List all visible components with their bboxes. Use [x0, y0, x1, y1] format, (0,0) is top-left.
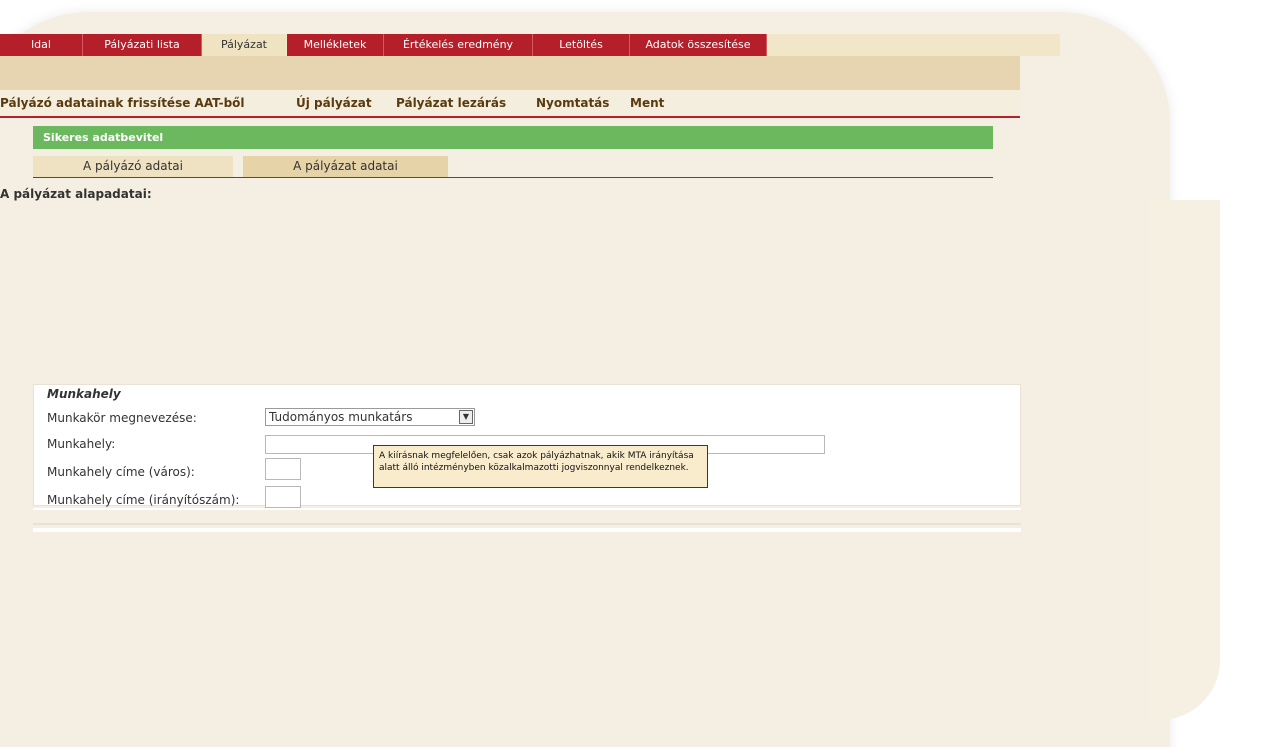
panel-spacer-445: [33, 508, 1021, 534]
tab-palyazat[interactable]: Pályázat: [202, 34, 286, 56]
save-action[interactable]: Ment: [630, 96, 664, 110]
tab-letoltes[interactable]: Letöltés: [533, 34, 630, 56]
subtab-applicant-data[interactable]: A pályázó adatai: [33, 156, 233, 177]
munkahely-varos-input-top[interactable]: [265, 458, 301, 480]
tab-palyazati-lista[interactable]: Pályázati lista: [83, 34, 202, 56]
label-munkahely-varos-top: Munkahely címe (város):: [47, 465, 195, 479]
status-message: Sikeres adatbevitel: [33, 126, 993, 149]
refresh-from-aat-action[interactable]: Pályázó adatainak frissítése AAT-ből: [0, 96, 245, 110]
new-application-action[interactable]: Új pályázat: [296, 96, 372, 110]
page-frame: [0, 12, 1170, 747]
tab-mellekletek[interactable]: Mellékletek: [287, 34, 384, 56]
panel-spacer-51: [33, 534, 1021, 535]
section-divider: [33, 177, 993, 178]
tab-fooldal[interactable]: ldal: [0, 34, 83, 56]
munkakor-select-value-top: Tudományos munkatárs: [269, 410, 413, 424]
page-heading: A pályázat alapadatai:: [0, 187, 152, 201]
label-munkahely-irsz-top: Munkahely címe (irányítószám):: [47, 493, 240, 507]
label-munkahely-top: Munkahely:: [47, 437, 116, 451]
munkahely-irsz-input-top[interactable]: [265, 486, 301, 508]
print-action[interactable]: Nyomtatás: [536, 96, 609, 110]
munkakor-select-top[interactable]: Tudományos munkatárs ▼: [265, 408, 475, 426]
screenshot: ldal Pályázati lista Pályázat Melléklete…: [0, 0, 1287, 747]
tab-adatok-osszesitese[interactable]: Adatok összesítése: [630, 34, 767, 56]
info-tooltip-top: A kiírásnak megfelelően, csak azok pályá…: [373, 445, 708, 488]
chevron-down-icon[interactable]: ▼: [459, 410, 473, 424]
legend-munkahely-top: Munkahely: [47, 387, 121, 401]
tab-ertekeles-eredmeny[interactable]: Értékelés eredmény: [384, 34, 533, 56]
close-application-action[interactable]: Pályázat lezárás: [396, 96, 506, 110]
page-frame-right: [1150, 200, 1220, 720]
subtab-application-data[interactable]: A pályázat adatai: [243, 156, 448, 177]
header-band: [0, 56, 1020, 90]
label-munkakor-top: Munkakör megnevezése:: [47, 411, 197, 425]
